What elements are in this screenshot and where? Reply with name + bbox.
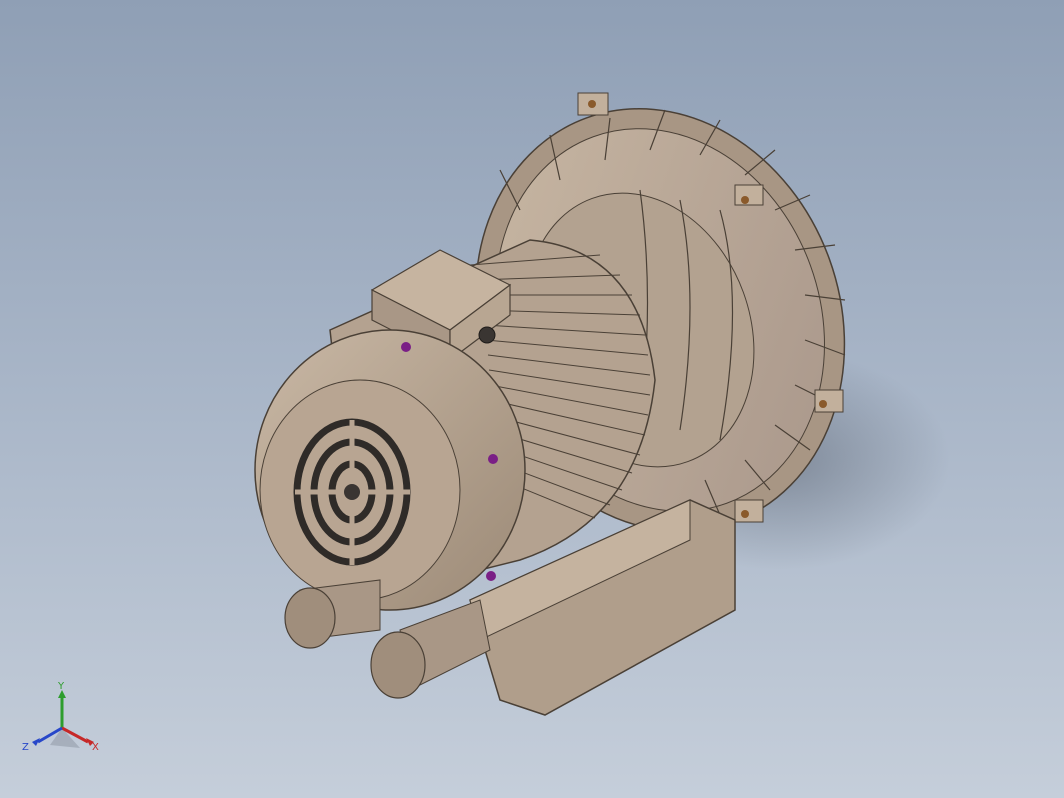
shaft-center — [344, 484, 360, 500]
lug-nut — [741, 510, 749, 518]
cable-gland — [478, 326, 496, 344]
coordinate-triad: Y X Z — [22, 681, 99, 753]
mounting-lug — [734, 499, 764, 523]
bolt — [488, 454, 498, 464]
graphics-viewport[interactable]: Y X Z — [0, 0, 1064, 798]
fan-cover[interactable] — [254, 329, 526, 611]
mounting-lug — [734, 184, 764, 206]
inlet-port[interactable] — [284, 579, 381, 649]
x-axis-label: X — [92, 742, 99, 753]
lug-nut — [588, 100, 596, 108]
mounting-lug — [814, 389, 844, 413]
z-axis-label: Z — [22, 742, 29, 753]
lug-nut — [741, 196, 749, 204]
lug-nut — [819, 400, 827, 408]
bolt — [401, 342, 411, 352]
blower-model[interactable] — [0, 0, 1064, 798]
y-axis-label: Y — [57, 681, 65, 692]
bolt — [486, 571, 496, 581]
outlet-port[interactable] — [370, 599, 491, 699]
